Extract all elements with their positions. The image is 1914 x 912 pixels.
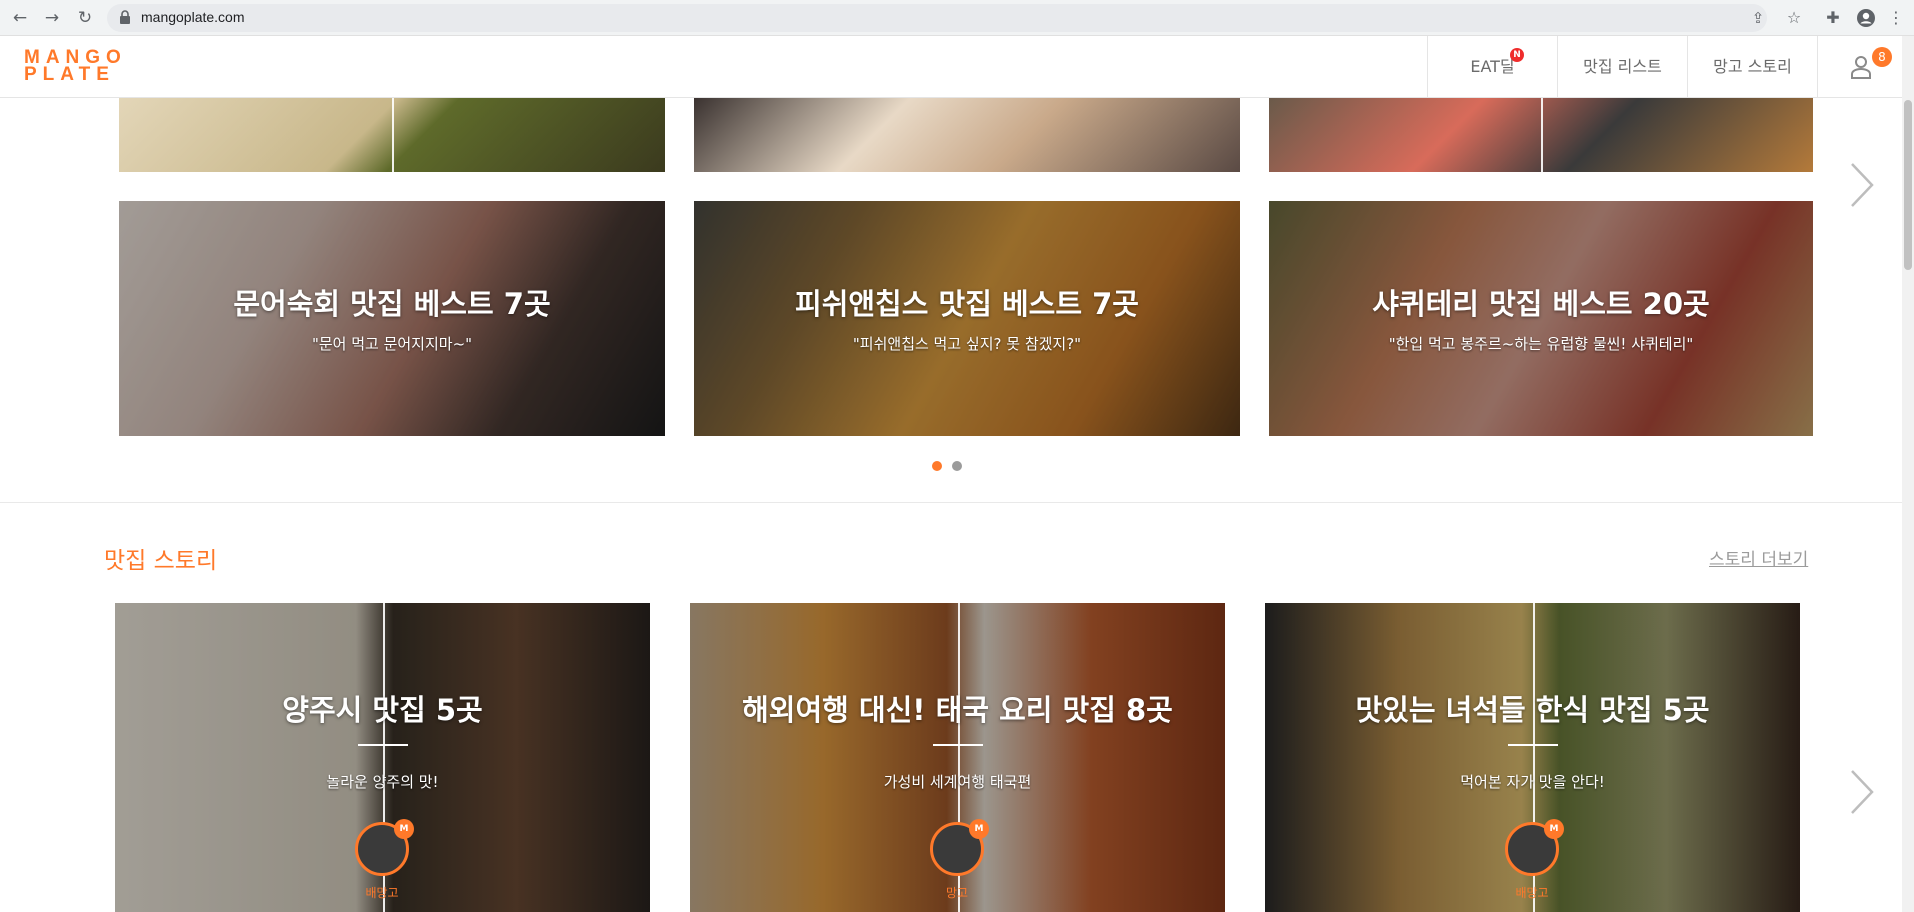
author-name: 배망고 <box>1515 886 1549 900</box>
list-title: 문어숙회 맛집 베스트 7곳 <box>233 287 551 321</box>
food-photo <box>694 98 1240 172</box>
list-card-fish-and-chips[interactable]: 피쉬앤칩스 맛집 베스트 7곳 "피쉬앤칩스 먹고 싶지? 못 참겠지?" <box>694 201 1240 436</box>
photo-divider <box>1541 98 1543 172</box>
user-menu[interactable]: 8 <box>1817 36 1902 98</box>
mango-badge-icon: M <box>394 819 414 839</box>
story-card-yangju[interactable]: 양주시 맛집 5곳 놀라운 양주의 맛! M 배망고 <box>115 603 650 912</box>
section-divider <box>0 502 1902 503</box>
list-title: 샤퀴테리 맛집 베스트 20곳 <box>1372 287 1710 321</box>
lock-icon <box>120 10 130 24</box>
nav-restaurant-list[interactable]: 맛집 리스트 <box>1557 36 1687 98</box>
forward-icon[interactable]: → <box>42 8 62 28</box>
list-card[interactable] <box>119 98 665 172</box>
carousel-next-icon[interactable] <box>1846 160 1876 210</box>
carousel-next-icon[interactable] <box>1846 767 1876 817</box>
story-card-thai[interactable]: 해외여행 대신! 태국 요리 맛집 8곳 가성비 세계여행 태국편 M 망고 <box>690 603 1225 912</box>
avatar[interactable]: M <box>930 819 989 876</box>
title-underline <box>932 744 983 746</box>
list-subtitle: "한입 먹고 봉주르~하는 유럽향 물씬! 샤퀴테리" <box>1388 335 1694 353</box>
photo-divider <box>392 98 394 172</box>
story-card-korean[interactable]: 맛있는 녀석들 한식 맛집 5곳 먹어본 자가 맛을 안다! M 배망고 <box>1265 603 1800 912</box>
star-icon[interactable]: ☆ <box>1784 8 1804 28</box>
page-scrollbar[interactable] <box>1902 36 1914 912</box>
story-subtitle: 먹어본 자가 맛을 안다! <box>1460 773 1605 791</box>
mango-badge-icon: M <box>1544 819 1564 839</box>
nav-eat-deal-label: EAT딜 <box>1470 57 1515 76</box>
avatar[interactable]: M <box>1505 819 1564 876</box>
notification-badge: 8 <box>1872 47 1892 67</box>
pager-dot-active[interactable] <box>932 461 942 471</box>
title-underline <box>1507 744 1558 746</box>
nav-eat-deal[interactable]: EAT딜 N <box>1427 36 1557 98</box>
new-badge: N <box>1510 48 1524 62</box>
logo-bottom-text: PLATE <box>24 64 115 85</box>
user-icon <box>1851 56 1871 79</box>
site-header: MANGO PLATE EAT딜 N 맛집 리스트 망고 스토리 8 <box>0 36 1902 98</box>
author-name: 망고 <box>945 886 969 900</box>
author-name: 배망고 <box>365 886 399 900</box>
share-icon[interactable]: ⇪ <box>1749 9 1767 27</box>
profile-icon[interactable] <box>1856 8 1876 28</box>
list-card[interactable] <box>1269 98 1813 172</box>
url-text: mangoplate.com <box>141 9 245 25</box>
scrollbar-thumb[interactable] <box>1904 100 1912 270</box>
nav-mango-story[interactable]: 망고 스토리 <box>1687 36 1817 98</box>
story-title: 맛있는 녀석들 한식 맛집 5곳 <box>1355 693 1710 727</box>
address-bar[interactable]: mangoplate.com ⇪ <box>107 4 1767 32</box>
pager-dot[interactable] <box>952 461 962 471</box>
avatar[interactable]: M <box>355 819 414 876</box>
list-card-octopus[interactable]: 문어숙회 맛집 베스트 7곳 "문어 먹고 문어지지마~" <box>119 201 665 436</box>
menu-icon[interactable]: ⋮ <box>1886 8 1906 28</box>
list-card[interactable] <box>694 98 1240 172</box>
list-subtitle: "문어 먹고 문어지지마~" <box>311 335 473 353</box>
story-subtitle: 놀라운 양주의 맛! <box>326 773 439 791</box>
list-card-charcuterie[interactable]: 샤퀴테리 맛집 베스트 20곳 "한입 먹고 봉주르~하는 유럽향 물씬! 샤퀴… <box>1269 201 1813 436</box>
more-stories-link[interactable]: 스토리 더보기 <box>1709 545 1808 570</box>
list-subtitle: "피쉬앤칩스 먹고 싶지? 못 참겠지?" <box>852 335 1082 353</box>
story-title: 해외여행 대신! 태국 요리 맛집 8곳 <box>742 693 1173 727</box>
nav-restaurant-list-label: 맛집 리스트 <box>1583 57 1662 76</box>
list-title: 피쉬앤칩스 맛집 베스트 7곳 <box>795 287 1139 321</box>
section-title: 맛집 스토리 <box>104 548 218 574</box>
nav-mango-story-label: 망고 스토리 <box>1713 57 1792 76</box>
story-subtitle: 가성비 세계여행 태국편 <box>883 773 1032 791</box>
back-icon[interactable]: ← <box>10 8 30 28</box>
story-title: 양주시 맛집 5곳 <box>282 693 483 727</box>
extensions-icon[interactable]: ✚ <box>1823 8 1843 28</box>
reload-icon[interactable]: ↻ <box>75 8 95 28</box>
title-underline <box>357 744 408 746</box>
browser-toolbar: ← → ↻ mangoplate.com ⇪ ☆ ✚ ⋮ <box>0 0 1914 36</box>
mango-badge-icon: M <box>969 819 989 839</box>
mangoplate-logo[interactable]: MANGO PLATE <box>24 48 126 85</box>
